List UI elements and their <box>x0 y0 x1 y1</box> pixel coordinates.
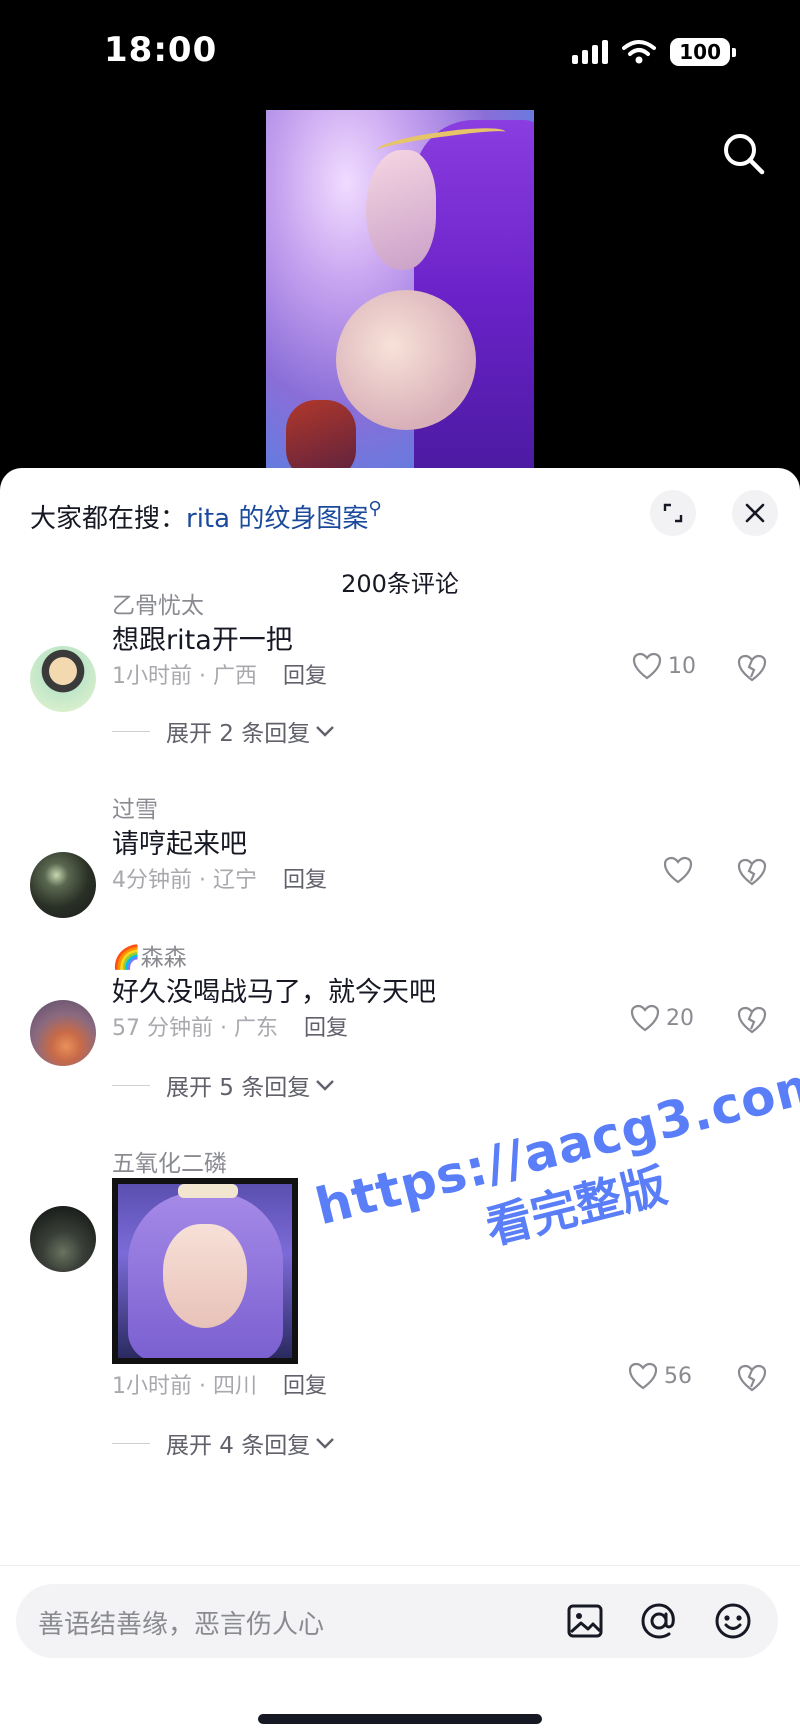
signal-icon <box>572 40 609 64</box>
like-button[interactable]: 20 <box>630 1004 694 1032</box>
wifi-icon <box>622 40 657 64</box>
reply-button[interactable]: 回复 <box>283 1374 327 1399</box>
comment-username[interactable]: 过雪 <box>112 790 158 824</box>
sticker-image[interactable] <box>112 1178 298 1364</box>
chevron-down-icon <box>316 1438 335 1449</box>
dislike-icon[interactable] <box>737 1006 767 1034</box>
heart-icon <box>663 856 693 884</box>
reply-button[interactable]: 回复 <box>304 1016 348 1041</box>
home-indicator[interactable] <box>258 1714 542 1724</box>
comment-input[interactable]: 善语结善缘，恶言伤人心 <box>16 1584 778 1658</box>
reply-button[interactable]: 回复 <box>283 868 327 893</box>
heart-icon <box>628 1362 658 1390</box>
dislike-icon[interactable] <box>737 1364 767 1392</box>
status-icons: 100 <box>572 38 736 66</box>
comment-input-bar: 善语结善缘，恶言伤人心 <box>0 1565 800 1736</box>
like-count: 56 <box>664 1363 692 1389</box>
close-button[interactable] <box>732 490 778 536</box>
comment-username[interactable]: 五氧化二磷 <box>112 1144 227 1178</box>
search-suggestion[interactable]: 大家都在搜：rita 的纹身图案⚲ <box>30 498 382 535</box>
expand-replies-button[interactable]: 展开 4 条回复 <box>112 1426 336 1460</box>
status-time: 18:00 <box>104 30 218 70</box>
like-button[interactable]: 10 <box>632 652 696 680</box>
avatar[interactable] <box>30 1000 96 1066</box>
search-small-icon: ⚲ <box>368 498 382 519</box>
expand-button[interactable] <box>650 490 696 536</box>
search-term-link[interactable]: rita 的纹身图案 <box>186 504 368 534</box>
at-icon[interactable] <box>636 1598 682 1644</box>
dislike-icon[interactable] <box>737 858 767 886</box>
comment-meta: 4分钟前 · 辽宁 回复 <box>112 868 327 893</box>
image-icon[interactable] <box>562 1598 608 1644</box>
comment-text: 请哼起来吧 <box>112 829 247 860</box>
comment-meta: 1小时前 · 四川 回复 <box>112 1374 327 1399</box>
close-icon <box>745 503 765 523</box>
comment-username[interactable]: 🌈森森 <box>112 938 187 972</box>
chevron-down-icon <box>316 1080 335 1091</box>
heart-icon <box>630 1004 660 1032</box>
comment-username[interactable]: 乙骨忧太 <box>112 586 204 620</box>
battery-icon: 100 <box>670 38 736 66</box>
video-thumbnail[interactable] <box>266 110 534 472</box>
status-bar: 18:00 100 <box>0 0 800 100</box>
like-count: 10 <box>668 653 696 679</box>
avatar[interactable] <box>30 646 96 712</box>
comment-meta: 1小时前 · 广西 回复 <box>112 664 327 689</box>
comment-text: 好久没喝战马了，就今天吧 <box>112 977 436 1008</box>
expand-replies-button[interactable]: 展开 2 条回复 <box>112 714 336 748</box>
search-icon[interactable] <box>718 128 770 180</box>
like-button[interactable]: 56 <box>628 1362 692 1390</box>
video-area[interactable] <box>0 100 800 472</box>
reply-button[interactable]: 回复 <box>283 664 327 689</box>
like-count: 20 <box>666 1005 694 1031</box>
avatar[interactable] <box>30 1206 96 1272</box>
heart-icon <box>632 652 662 680</box>
search-prefix: 大家都在搜： <box>30 504 187 534</box>
comment-meta: 57 分钟前 · 广东 回复 <box>112 1016 348 1041</box>
like-button[interactable] <box>663 856 693 884</box>
input-placeholder: 善语结善缘，恶言伤人心 <box>38 1610 325 1640</box>
expand-icon <box>663 503 683 523</box>
comment-text: 想跟rita开一把 <box>112 625 293 656</box>
avatar[interactable] <box>30 852 96 918</box>
expand-replies-button[interactable]: 展开 5 条回复 <box>112 1068 336 1102</box>
emoji-icon[interactable] <box>710 1598 756 1644</box>
dislike-icon[interactable] <box>737 654 767 682</box>
chevron-down-icon <box>316 726 335 737</box>
